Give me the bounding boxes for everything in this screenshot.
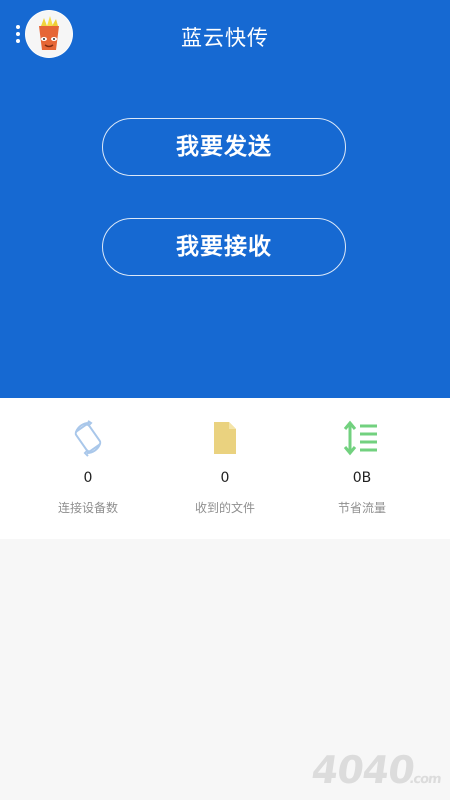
rotate-device-icon (74, 420, 102, 457)
file-icon (214, 422, 236, 454)
received-files-label: 收到的文件 (194, 501, 255, 515)
received-files-value: 0 (220, 470, 230, 486)
receive-button[interactable]: 我要接收 (102, 218, 346, 276)
data-list-icon (343, 420, 377, 456)
watermark-text: 4040 (309, 748, 417, 792)
saved-traffic-label: 节省流量 (337, 501, 386, 515)
connected-devices-value: 0 (83, 470, 93, 486)
connected-devices-label: 连接设备数 (57, 501, 118, 515)
hero-panel: 蓝云快传 我要发送 我要接收 (0, 0, 450, 398)
send-button[interactable]: 我要发送 (102, 118, 346, 176)
connected-devices-stat: 0 连接设备数 (13, 398, 163, 539)
watermark-suffix: .com (408, 772, 442, 787)
saved-traffic-value: 0B (352, 470, 372, 486)
saved-traffic-stat: 0B 节省流量 (287, 398, 437, 539)
received-files-stat: 0 收到的文件 (150, 398, 300, 539)
app-screen: 蓝云快传 我要发送 我要接收 0 连接设备数 0 收到的文件 0B 节省流量 4… (0, 0, 450, 800)
watermark-logo: 4040.com (309, 748, 445, 792)
stats-panel: 0 连接设备数 0 收到的文件 0B 节省流量 (0, 398, 450, 539)
page-title: 蓝云快传 (181, 26, 269, 50)
